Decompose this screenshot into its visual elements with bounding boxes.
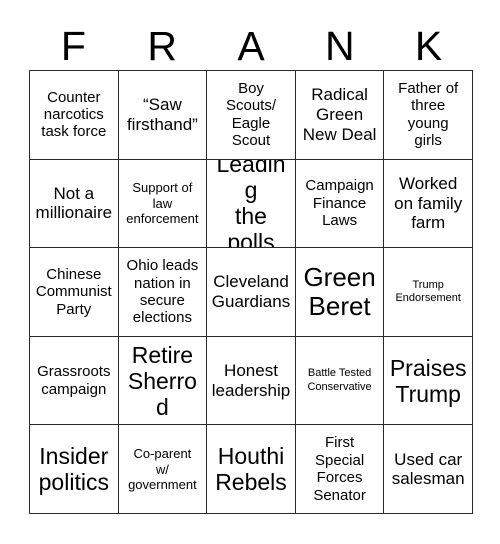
bingo-card: F R A N K Counter narcotics task force “Saw f… xyxy=(0,0,500,544)
bingo-cell-r2-c1[interactable]: Ohio leads nation in secure elections xyxy=(118,248,208,337)
bingo-cell-label: Not a millionaire xyxy=(35,183,113,223)
bingo-cell-label: Leading the polls xyxy=(216,159,286,249)
bingo-cell-r2-c4[interactable]: Trump Endorsement xyxy=(384,248,473,337)
bingo-cell-r0-c1[interactable]: “Saw firsthand” xyxy=(118,71,208,160)
bingo-cell-r0-c4[interactable]: Father of three young girls xyxy=(384,71,473,160)
bingo-cell-r0-c2[interactable]: Boy Scouts/ Eagle Scout xyxy=(207,71,296,160)
bingo-cell-r3-c3[interactable]: Battle Tested Conservative xyxy=(295,336,385,426)
bingo-cell-label: Worked on family farm xyxy=(394,174,463,233)
bingo-header-letter-2: A xyxy=(237,22,265,69)
bingo-header-letter-4: K xyxy=(414,22,443,69)
bingo-cell-label: Chinese Communist Party xyxy=(35,265,112,318)
bingo-cell-label: First Special Forces Senator xyxy=(313,434,366,504)
bingo-cell-label: Campaign Finance Laws xyxy=(305,177,374,230)
bingo-cell-label: Trump Endorsement xyxy=(395,278,461,304)
bingo-cell-label: Used car salesman xyxy=(391,449,465,489)
bingo-cell-r0-c0[interactable]: Counter narcotics task force xyxy=(30,71,119,160)
bingo-cell-label: Retire Sherrod xyxy=(127,341,197,420)
bingo-cell-r3-c0[interactable]: Grassroots campaign xyxy=(30,336,119,426)
bingo-cell-label: Co-parent w/ government xyxy=(128,446,197,492)
bingo-cell-r2-c2[interactable]: Cleveland Guardians xyxy=(207,248,296,337)
bingo-cell-r0-c3[interactable]: Radical Green New Deal xyxy=(295,71,385,160)
bingo-cell-label: Honest leadership xyxy=(211,361,291,400)
bingo-cell-r3-c1[interactable]: Retire Sherrod xyxy=(118,336,208,426)
bingo-cell-r1-c2[interactable]: Leading the polls xyxy=(207,159,296,249)
bingo-cell-r1-c0[interactable]: Not a millionaire xyxy=(30,159,119,249)
bingo-cell-label: Boy Scouts/ Eagle Scout xyxy=(225,80,276,150)
bingo-cell-label: Grassroots campaign xyxy=(37,363,111,398)
bingo-cell-label: Battle Tested Conservative xyxy=(307,367,372,393)
bingo-cell-r1-c4[interactable]: Worked on family farm xyxy=(384,159,473,249)
bingo-cell-label: Father of three young girls xyxy=(398,80,459,150)
bingo-cell-r4-c2[interactable]: Houthi Rebels xyxy=(207,425,296,514)
bingo-cell-label: Houthi Rebels xyxy=(215,443,287,496)
bingo-cell-label: Cleveland Guardians xyxy=(211,272,291,311)
bingo-cell-r2-c0[interactable]: Chinese Communist Party xyxy=(30,248,119,337)
bingo-grid: Counter narcotics task force “Saw firstha… xyxy=(29,70,473,514)
bingo-cell-r1-c3[interactable]: Campaign Finance Laws xyxy=(295,159,385,249)
bingo-cell-r4-c3[interactable]: First Special Forces Senator xyxy=(295,425,385,514)
bingo-cell-label: Insider politics xyxy=(38,443,109,496)
bingo-cell-label: Radical Green New Deal xyxy=(302,85,377,144)
bingo-cell-label: Support of law enforcement xyxy=(126,180,199,227)
bingo-header-letter-3: N xyxy=(324,22,355,69)
bingo-cell-r4-c0[interactable]: Insider politics xyxy=(30,425,119,514)
bingo-cell-r3-c4[interactable]: Praises Trump xyxy=(384,336,473,426)
bingo-header-letter-0: F xyxy=(60,22,86,69)
bingo-cell-r2-c3[interactable]: Green Beret xyxy=(295,248,385,337)
bingo-cell-r1-c1[interactable]: Support of law enforcement xyxy=(118,159,208,249)
bingo-cell-label: Ohio leads nation in secure elections xyxy=(126,257,199,327)
bingo-cell-r4-c4[interactable]: Used car salesman xyxy=(384,425,473,514)
bingo-header-letter-1: R xyxy=(147,22,177,69)
bingo-cell-label: Counter narcotics task force xyxy=(41,88,107,141)
bingo-cell-r3-c2[interactable]: Honest leadership xyxy=(207,336,296,426)
bingo-cell-label: Praises Trump xyxy=(389,354,467,407)
bingo-header-row: FRANK xyxy=(29,22,473,70)
bingo-cell-r4-c1[interactable]: Co-parent w/ government xyxy=(118,425,208,514)
bingo-cell-label: “Saw firsthand” xyxy=(126,95,198,134)
bingo-cell-label: Green Beret xyxy=(303,261,376,321)
